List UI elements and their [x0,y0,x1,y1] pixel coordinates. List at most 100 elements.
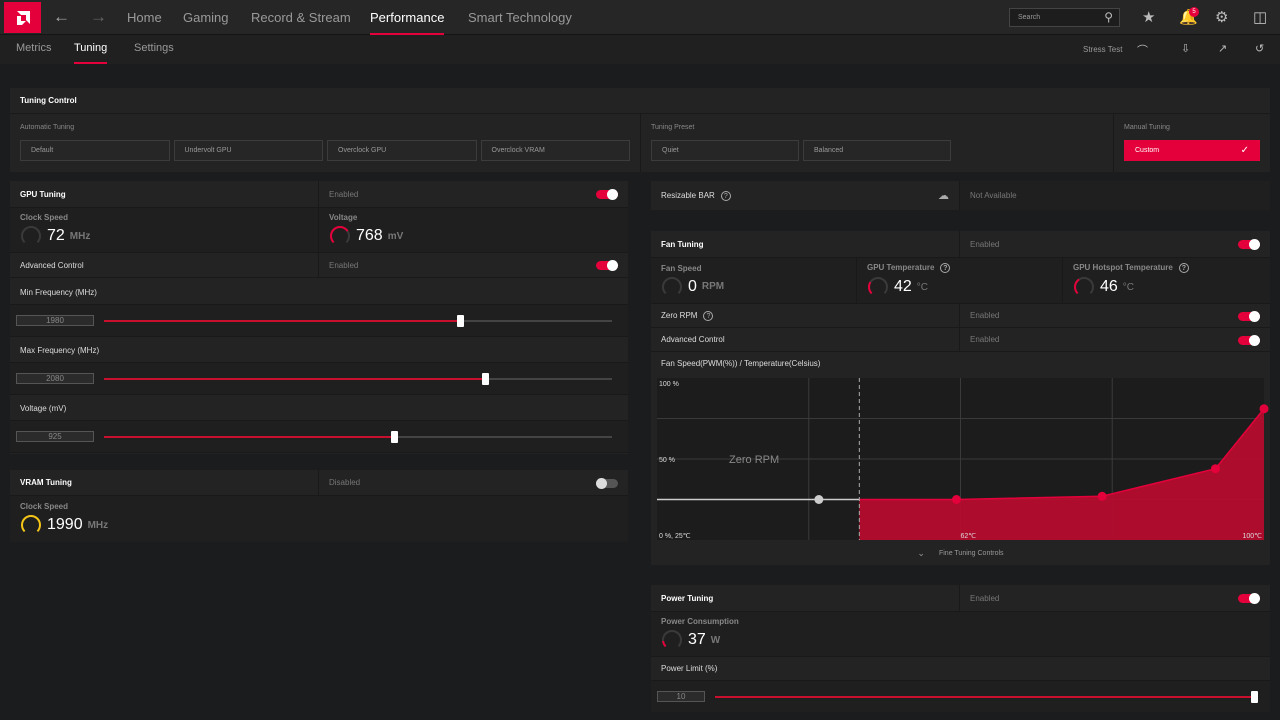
advanced-control-status: Enabled [329,260,359,270]
quiet-button[interactable]: Quiet [651,140,799,161]
vram-tuning-toggle[interactable] [596,477,618,489]
fan-curve-point[interactable] [1259,404,1269,414]
fan-curve-point[interactable] [1210,464,1220,474]
export-profile-icon[interactable]: ↗ [1218,42,1227,55]
power-limit-label: Power Limit (%) [661,664,718,673]
fan-speed-label: Fan Speed [661,263,702,273]
hotspot-gauge-icon [1074,277,1094,297]
custom-label: Custom [1135,147,1160,154]
top-bar: ← → Home Gaming Record & Stream Performa… [0,0,1280,35]
slider-value-input[interactable]: 2080 [16,373,94,384]
fan-curve-point[interactable] [1097,491,1107,501]
power-limit-input[interactable]: 10 [657,691,705,702]
gpu-tuning-panel: GPU Tuning Enabled Clock Speed 72 MHz Vol… [10,181,628,454]
tab-metrics[interactable]: Metrics [16,42,51,54]
stress-test-label[interactable]: Stress Test [1083,45,1122,54]
sidebar-toggle-icon[interactable]: ◫ [1253,8,1267,26]
checkmark-icon: ✓ [1240,145,1249,156]
reset-icon[interactable]: ↺ [1255,42,1264,55]
overclock-vram-button[interactable]: Overclock VRAM [480,140,630,161]
vram-clock-label: Clock Speed [20,502,69,511]
y-tick-label: 100 % [659,381,679,388]
forward-arrow-icon[interactable]: → [90,7,107,27]
power-consumption-label: Power Consumption [661,617,739,626]
undervolt-gpu-button[interactable]: Undervolt GPU [173,140,323,161]
power-limit-slider[interactable] [715,690,1258,703]
manual-tuning-label: Manual Tuning [1124,124,1170,131]
fan-advanced-control-status: Enabled [970,335,1000,344]
search-placeholder: Search [1018,14,1041,21]
x-tick-label: 100℃ [1242,533,1262,540]
fan-tuning-toggle[interactable] [1238,239,1260,250]
balanced-button[interactable]: Balanced [803,140,951,161]
advanced-control-label: Advanced Control [10,253,319,277]
resizable-bar-label: Resizable BAR [661,191,715,200]
slider-thumb[interactable] [482,372,489,385]
gpu-temperature-metric: GPU Temperature? 42 °C [857,258,1063,303]
default-button[interactable]: Default [20,140,170,161]
fine-tuning-toggle[interactable]: ⌄ Fine Tuning Controls [651,541,1270,565]
nav-gaming[interactable]: Gaming [183,10,229,25]
zero-rpm-point[interactable] [814,495,824,504]
slider-track[interactable] [104,430,612,443]
fan-tuning-status: Enabled [970,239,1000,249]
fan-advanced-control-toggle[interactable] [1238,334,1260,346]
nav-record-stream[interactable]: Record & Stream [251,10,351,25]
nav-smart-technology[interactable]: Smart Technology [468,10,572,25]
voltage-unit: mV [387,230,404,242]
advanced-control-toggle[interactable] [596,260,618,271]
slider-value-input[interactable]: 925 [16,431,94,442]
slider-thumb[interactable] [390,430,398,443]
tab-tuning[interactable]: Tuning [74,42,108,64]
gpu-temperature-value: 42 [894,278,912,295]
zero-rpm-region-label: Zero RPM [729,454,779,466]
voltage-metric: Voltage 768 mV [319,208,628,252]
stress-test-gauge-icon[interactable]: ⌒ [1137,42,1148,58]
zero-rpm-label: Zero RPM [661,311,698,320]
resizable-bar-status: Not Available [960,181,1270,210]
fan-curve-chart[interactable]: 100 % 50 % 0 %, 25℃ 62℃ 100℃ Zero RPM [651,375,1270,541]
slider-label: Voltage (mV) [20,404,67,413]
custom-button[interactable]: Custom ✓ [1124,140,1260,161]
amd-logo[interactable] [4,2,41,33]
favorites-star-icon[interactable]: ★ [1142,8,1155,26]
zero-rpm-toggle[interactable] [1238,310,1260,322]
power-tuning-status: Enabled [970,593,1000,603]
vram-tuning-title: VRAM Tuning [10,470,319,495]
fan-speed-metric: Fan Speed 0 RPM [651,258,857,303]
fan-curve-point[interactable] [951,495,961,504]
fan-tuning-title: Fan Tuning [651,231,960,257]
power-tuning-title: Power Tuning [651,585,960,611]
import-profile-icon[interactable]: ⇩ [1181,42,1190,55]
sub-nav: Metrics Tuning Settings Stress Test ⌒ ⇩ … [0,35,1280,64]
slider-thumb[interactable] [1251,690,1258,703]
help-icon[interactable]: ? [1178,263,1189,273]
overclock-gpu-button[interactable]: Overclock GPU [327,140,477,161]
help-icon[interactable]: ? [703,310,714,321]
y-tick-label: 0 %, 25℃ [659,533,691,540]
gpu-tuning-toggle[interactable] [596,189,618,200]
nav-home[interactable]: Home [127,10,162,25]
gpu-temperature-label: GPU Temperature [867,263,935,272]
search-icon[interactable]: ⚲ [1104,10,1113,24]
power-consumption-value: 37 [688,631,706,648]
tab-settings[interactable]: Settings [134,42,174,54]
help-icon[interactable]: ? [720,190,731,201]
gpu-tuning-status: Enabled [329,189,359,199]
hotspot-temperature-label: GPU Hotspot Temperature [1073,263,1173,272]
tuning-control-panel: Tuning Control Automatic Tuning Default … [10,88,1270,172]
slider-track[interactable] [104,372,612,385]
slider-thumb[interactable] [456,314,464,327]
search-input[interactable]: Search ⚲ [1009,8,1120,27]
nav-performance[interactable]: Performance [370,10,445,35]
settings-gear-icon[interactable]: ⚙ [1215,8,1228,26]
clock-speed-unit: MHz [69,230,91,242]
fan-speed-value: 0 [688,277,697,295]
help-icon[interactable]: ? [940,263,951,273]
back-arrow-icon[interactable]: ← [53,7,70,27]
slider-track[interactable] [104,314,612,327]
power-tuning-toggle[interactable] [1238,593,1260,604]
chevron-down-icon: ⌄ [917,547,925,558]
slider-value-input[interactable]: 1980 [16,315,94,326]
fine-tuning-label: Fine Tuning Controls [938,549,1004,557]
